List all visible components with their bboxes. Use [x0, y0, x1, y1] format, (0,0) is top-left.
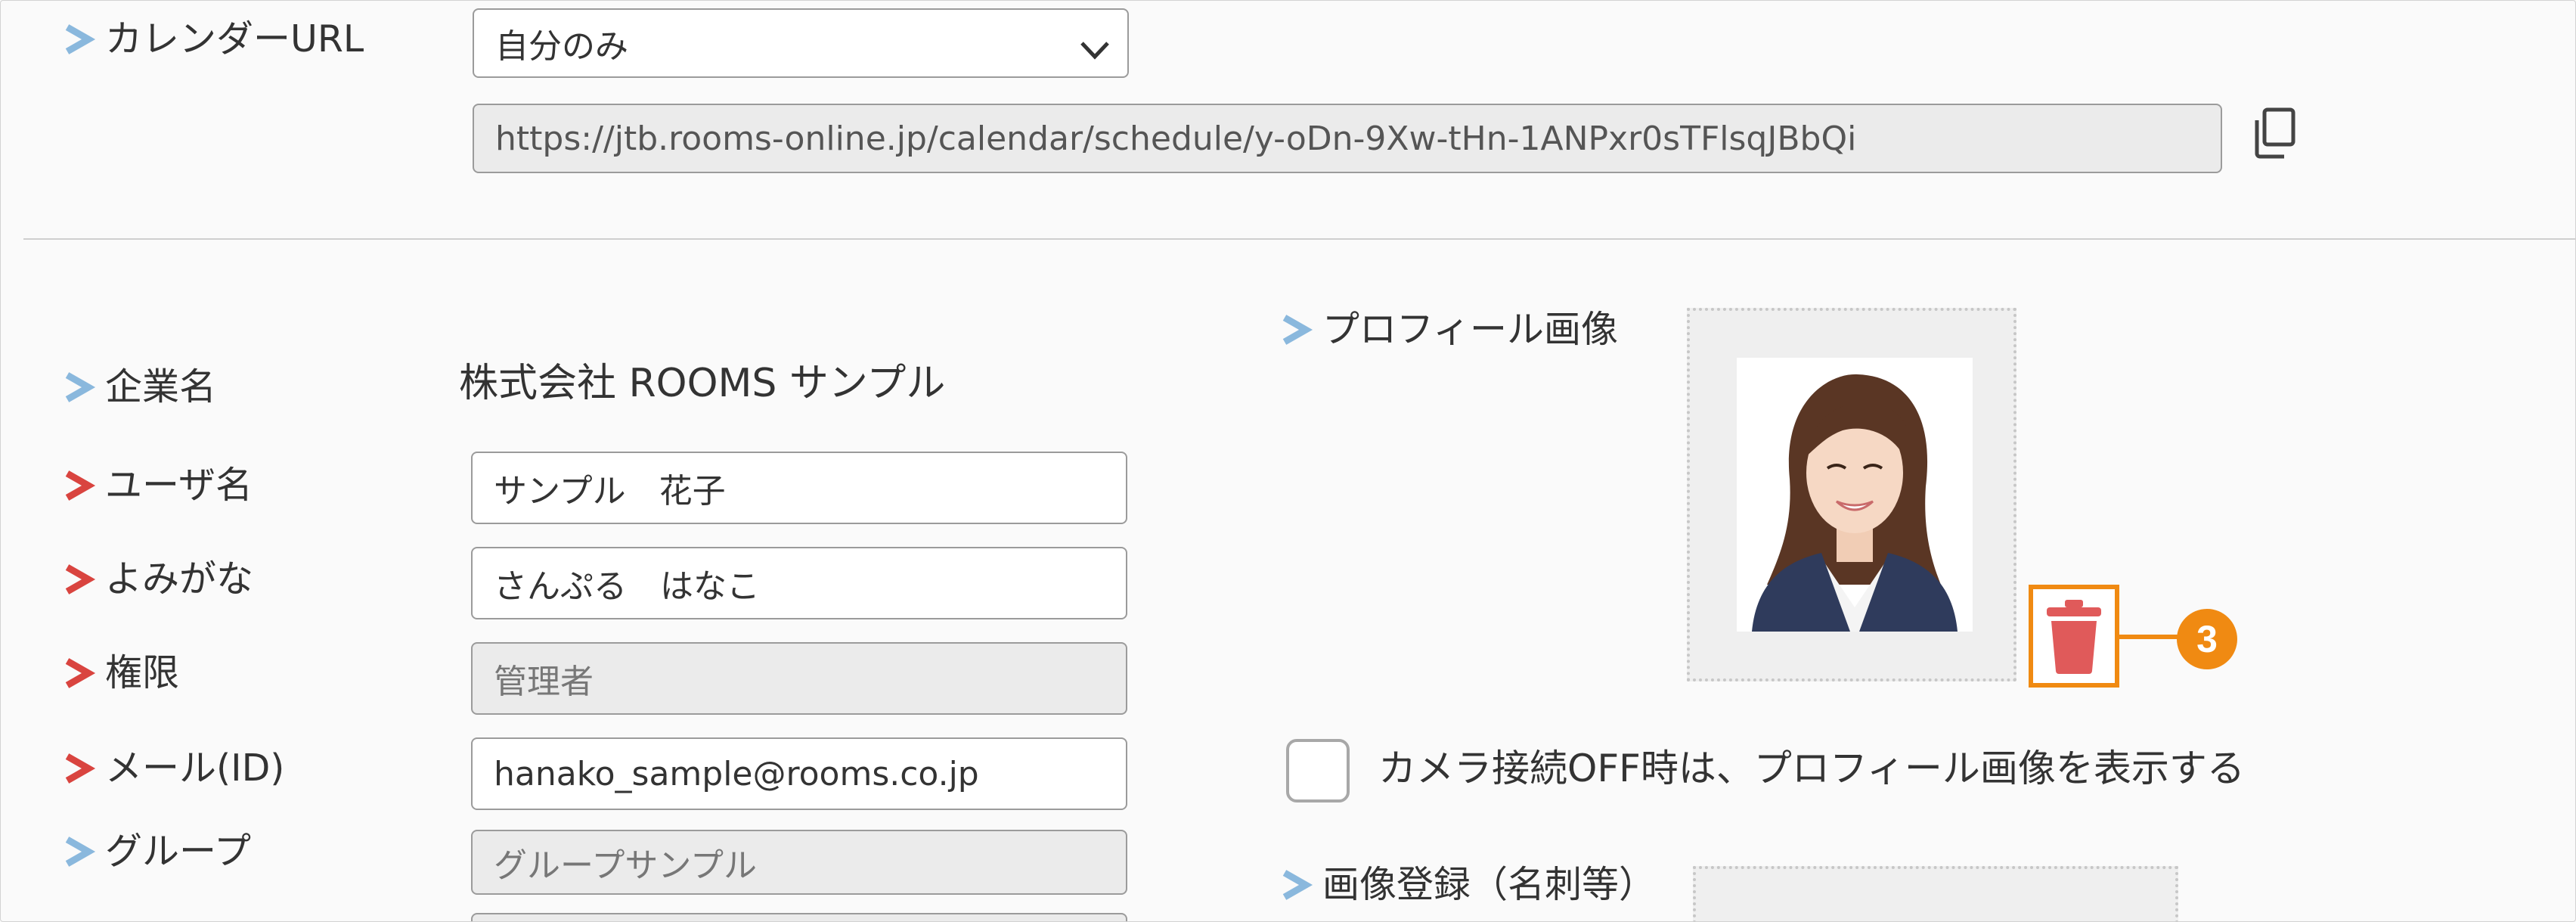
- calendar-visibility-select[interactable]: 自分のみ: [473, 8, 1129, 78]
- yomigana-label-text: よみがな: [105, 557, 254, 601]
- required-arrow-icon: [63, 470, 96, 501]
- required-arrow-icon: [63, 563, 96, 594]
- company-label-text: 企業名: [105, 365, 217, 408]
- trash-icon: [2045, 598, 2103, 677]
- yomigana-label: よみがな: [63, 560, 253, 598]
- optional-arrow-icon: [1280, 869, 1313, 900]
- profile-photo: [1737, 358, 1973, 632]
- calendar-visibility-value: 自分のみ: [495, 27, 628, 66]
- card-image-label: 画像登録（名刺等）: [1280, 866, 1656, 903]
- optional-arrow-icon: [63, 836, 96, 867]
- username-value: サンプル 花子: [494, 472, 726, 511]
- optional-arrow-icon: [1280, 314, 1313, 345]
- profile-image-label: プロフィール画像: [1280, 311, 1618, 348]
- email-label: メール(ID): [63, 750, 284, 787]
- group-value: グループサンプル: [494, 846, 758, 885]
- role-field: 管理者: [471, 642, 1127, 715]
- camera-off-show-profile-checkbox[interactable]: [1286, 739, 1350, 802]
- email-value: hanako_sample@rooms.co.jp: [494, 754, 979, 793]
- role-label-text: 権限: [105, 651, 180, 694]
- optional-arrow-icon: [63, 371, 96, 402]
- card-image-label-text: 画像登録（名刺等）: [1322, 863, 1657, 906]
- profile-image-dropzone[interactable]: [1687, 308, 2016, 681]
- calendar-url-value: https://jtb.rooms-online.jp/calendar/sch…: [495, 119, 1857, 158]
- email-input[interactable]: hanako_sample@rooms.co.jp: [471, 737, 1127, 810]
- group-label: グループ: [63, 833, 251, 870]
- yomigana-input[interactable]: さんぷる はなこ: [471, 547, 1127, 619]
- required-arrow-icon: [63, 657, 96, 688]
- group-label-text: グループ: [105, 830, 252, 873]
- role-label: 権限: [63, 654, 179, 691]
- yomigana-value: さんぷる はなこ: [494, 567, 760, 606]
- calendar-url-field[interactable]: https://jtb.rooms-online.jp/calendar/sch…: [473, 104, 2222, 173]
- delete-profile-image-button[interactable]: [2029, 585, 2119, 688]
- chevron-down-icon: [1079, 31, 1111, 70]
- username-label: ユーザ名: [63, 467, 253, 504]
- username-input[interactable]: サンプル 花子: [471, 452, 1127, 524]
- callout-connector: [2119, 635, 2180, 639]
- role-value: 管理者: [494, 663, 594, 701]
- email-label-text: メール(ID): [105, 747, 285, 790]
- callout-badge: 3: [2177, 609, 2237, 669]
- company-value: 株式会社 ROOMS サンプル: [459, 361, 946, 406]
- username-label-text: ユーザ名: [105, 464, 253, 507]
- camera-off-show-profile-label: カメラ接続OFF時は、プロフィール画像を表示する: [1378, 747, 2245, 790]
- calendar-url-label-text: カレンダーURL: [105, 17, 364, 61]
- next-field: [471, 913, 1127, 921]
- profile-image-label-text: プロフィール画像: [1322, 308, 1619, 351]
- group-field: グループサンプル: [471, 830, 1127, 895]
- section-divider: [23, 238, 2575, 240]
- card-image-dropzone[interactable]: [1693, 866, 2178, 921]
- calendar-url-label: カレンダーURL: [63, 20, 364, 57]
- company-label: 企業名: [63, 368, 216, 405]
- optional-arrow-icon: [63, 23, 96, 54]
- settings-panel: カレンダーURL 自分のみ https://jtb.rooms-online.j…: [0, 0, 2576, 922]
- copy-icon[interactable]: [2252, 107, 2298, 163]
- required-arrow-icon: [63, 753, 96, 784]
